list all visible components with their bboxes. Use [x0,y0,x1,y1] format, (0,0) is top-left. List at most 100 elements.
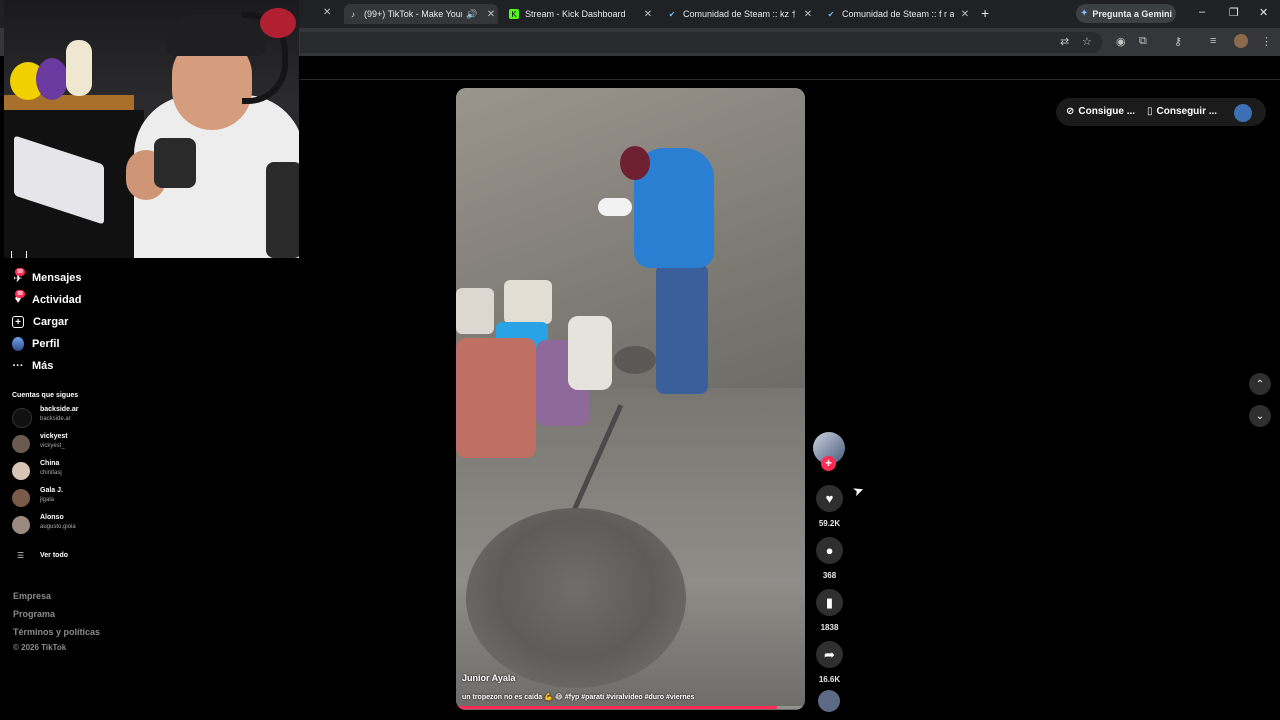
followed-account[interactable]: Gala J. jlgala [12,486,112,508]
followed-account[interactable]: vickyest vickyest_ [12,432,112,454]
share-count: 16.6K [818,675,841,684]
sidebar-item-label: Perfil [32,338,60,350]
sidebar-item-mas[interactable]: ··· Más [11,357,54,375]
video-scene-person-head [620,146,650,180]
sidebar-item-label: Mensajes [32,272,82,284]
notification-badge: 99 [15,268,25,276]
profile-avatar[interactable] [1234,34,1248,48]
video-progress-fill [456,706,778,709]
account-name: Alonso [40,514,64,521]
get-app-button[interactable]: ▯ Conseguir ... [1147,106,1217,117]
sidebar-item-label: Cargar [33,316,69,328]
account-name: backside.ar [40,406,79,413]
close-icon[interactable]: ✕ [484,9,498,20]
list-icon: ☰ [17,551,25,560]
video-scene-bucket [456,288,494,334]
footer-link-terminos[interactable]: Términos y políticas [13,627,100,637]
live-nav-item-partial[interactable] [11,251,51,258]
message-icon: ✈ 99 [11,268,25,285]
cam-mate-cup [154,138,196,188]
see-all-link[interactable]: Ver todo [40,552,68,559]
video-scene-sack [456,338,536,458]
account-handle: chinitasj [40,470,62,476]
new-tab-button[interactable]: + [981,5,989,21]
tab-kick[interactable]: K Stream - Kick Dashboard ✕ [505,4,655,24]
save-button[interactable]: ▮ [816,589,843,616]
video-author[interactable]: Junior Ayala [462,673,515,683]
follow-button[interactable]: + [821,456,836,471]
tiktok-icon: ♪ [351,9,355,19]
like-count: 59.2K [818,519,841,528]
sidebar-item-cargar[interactable]: + Cargar [11,313,68,331]
tab-title: Comunidad de Steam :: f r a [842,9,954,19]
avatar [12,408,32,428]
sidebar-item-actividad[interactable]: ♥ 99 Actividad [11,290,82,309]
puzzle-icon[interactable]: ⧉ [1139,35,1147,48]
sidebar-item-mensajes[interactable]: ✈ 99 Mensajes [11,268,82,287]
mouse-cursor-icon: ➤ [850,481,866,500]
avatar [12,489,30,507]
video-player[interactable]: Junior Ayala un tropezon no es caída 💪 😂… [456,88,805,710]
tab-steam-1[interactable]: ✔ Comunidad de Steam :: kz † ✕ [663,4,815,24]
gemini-button[interactable]: ✦ Pregunta a Gemini [1076,4,1176,23]
sidebar-item-label: Actividad [32,294,82,306]
account-handle: augusto.gioia [40,524,76,530]
account-name: vickyest [40,433,68,440]
cam-can [266,162,299,258]
media-control-icon[interactable]: ≡ [1210,35,1216,47]
close-window-button[interactable]: ✕ [1259,6,1268,19]
tab-steam-2[interactable]: ✔ Comunidad de Steam :: f r a ✕ [822,4,972,24]
footer-link-programa[interactable]: Programa [13,609,55,619]
comment-icon: ● [825,543,834,558]
tab-title: Comunidad de Steam :: kz † [683,9,795,19]
bookmark-star-icon[interactable]: ☆ [1082,35,1092,48]
close-icon[interactable]: ✕ [323,7,331,18]
followed-account[interactable]: backside.ar backside.ar [12,405,112,428]
sidebar-item-label: Más [32,360,54,372]
share-button[interactable]: ➦ [816,641,843,668]
account-name: Gala J. [40,487,63,494]
menu-icon[interactable]: ⋮ [1261,35,1272,48]
user-avatar[interactable] [1234,104,1252,122]
close-icon[interactable]: ✕ [641,9,655,20]
get-coins-button[interactable]: ⊘ Consigue ... [1066,106,1135,117]
gemini-icon: ✦ [1080,8,1089,19]
comment-count: 368 [822,571,837,580]
speaker-icon[interactable]: 🔊 [466,9,477,20]
phone-icon: ▯ [1147,106,1153,117]
more-icon: ··· [12,360,24,372]
restore-button[interactable]: ❐ [1229,6,1239,19]
profile-icon [11,337,25,351]
chevron-down-icon: ⌄ [1255,410,1265,422]
footer-link-empresa[interactable]: Empresa [13,591,51,601]
share-arrow-icon: ➦ [824,646,835,662]
close-icon[interactable]: ✕ [958,9,972,20]
notification-badge: 99 [15,290,25,298]
sidebar-item-perfil[interactable]: Perfil [11,335,60,353]
minimize-button[interactable]: – [1199,6,1205,18]
following-section-title: Cuentas que sigues [12,392,79,399]
copyright: © 2026 TikTok [13,643,67,652]
previous-video-button[interactable]: ⌃ [1249,373,1271,395]
account-handle: backside.ar [40,416,71,422]
followed-account[interactable]: China chinitasj [12,459,112,481]
get-app-label: Conseguir ... [1156,106,1218,117]
comment-button[interactable]: ● [816,537,843,564]
extension-icon[interactable]: ◉ [1116,35,1126,48]
tab-title: (99+) TikTok - Make Your Day [364,9,462,19]
chevron-up-icon: ⌃ [1255,378,1265,390]
password-key-icon[interactable]: ⚷ [1174,35,1182,48]
tab-tiktok[interactable]: ♪ (99+) TikTok - Make Your Day 🔊 ✕ [344,4,498,24]
like-button[interactable]: ♥ [816,485,843,512]
video-caption: un tropezon no es caída 💪 😂 #fyp #parati… [462,694,695,701]
music-disc[interactable] [818,690,840,712]
cam-mic [260,8,296,38]
video-scene-bucket [504,280,552,324]
next-video-button[interactable]: ⌄ [1249,405,1271,427]
steam-icon: ✔ [668,9,676,19]
close-icon[interactable]: ✕ [801,9,815,20]
followed-account[interactable]: Alonso augusto.gioia [12,513,112,535]
video-scene-cement-pile [466,508,686,688]
translate-icon[interactable]: ⇄ [1060,35,1069,48]
address-bar[interactable] [300,32,1102,53]
